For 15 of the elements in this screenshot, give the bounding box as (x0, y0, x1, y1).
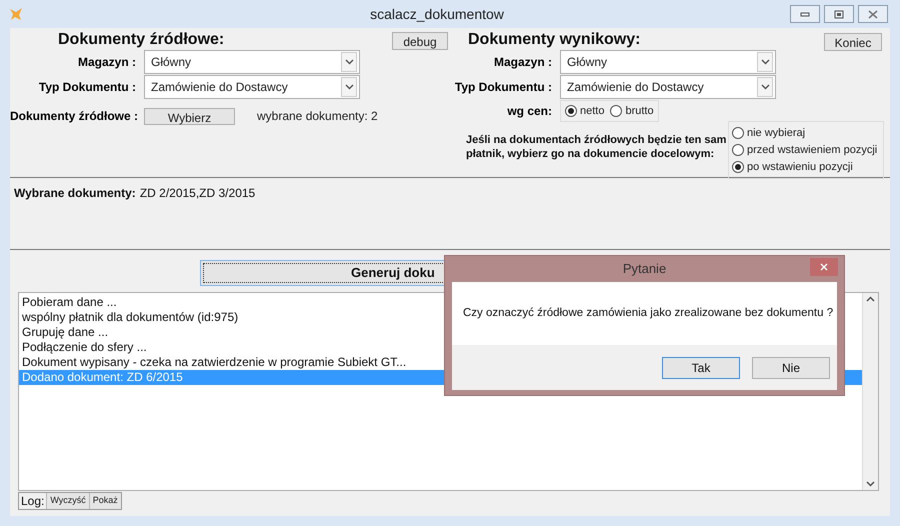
window-title: scalacz_dokumentow (369, 4, 505, 24)
field-label: Wybrane dokumenty: (14, 185, 136, 202)
selected-documents: ZD 2/2015,ZD 3/2015 (140, 185, 256, 202)
field-label: Typ Dokumentu : (38, 78, 136, 96)
section-heading: Dokumenty źródłowe: (58, 30, 224, 50)
selected-count: wybrane dokumenty: 2 (257, 108, 378, 125)
field-label: Dokumenty źródłowe : (10, 108, 136, 125)
dialog-title: Pytanie (622, 260, 666, 278)
dialog-message: Czy oznaczyć źródłowe zamówienia jako zrealizowane bez dokumentu ? (463, 306, 834, 321)
payer-hint: Jeśli na dokumentach źródłowych będzie ten sam płatnik, wybierz go na dokumencie docelowym: (466, 133, 728, 161)
field-label: Magazyn : (76, 54, 136, 70)
field-label: Typ Dokumentu : (454, 78, 552, 96)
field-label: Magazyn : (492, 54, 552, 70)
field-label: wg cen: (506, 103, 552, 120)
section-heading: Dokumenty wynikowy: (468, 30, 640, 50)
